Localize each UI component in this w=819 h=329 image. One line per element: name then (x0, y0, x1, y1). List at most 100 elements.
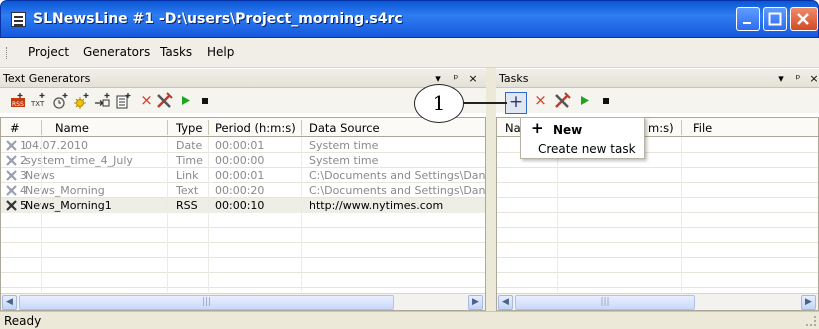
generator-status-icon (6, 185, 17, 196)
row-name: News_Morning (25, 184, 105, 197)
row-type: Link (176, 169, 199, 182)
status-bar: Ready (0, 311, 819, 329)
play-task-icon[interactable] (576, 92, 593, 109)
menu-item-create-new-task[interactable]: Create new task (521, 139, 644, 158)
horizontal-scrollbar[interactable]: ◀ ||| ▶ (497, 293, 818, 310)
scroll-left-icon[interactable]: ◀ (498, 295, 513, 310)
col-period[interactable]: m:s) (648, 121, 674, 135)
callout-marker: 1 (414, 84, 464, 123)
add-sun-icon[interactable] (73, 92, 90, 109)
row-period: 00:00:01 (215, 169, 265, 182)
txt-glyph: TXT (31, 100, 45, 108)
minimize-icon (743, 22, 751, 24)
minimize-button[interactable] (736, 7, 760, 31)
app-icon (11, 12, 26, 27)
plus-icon: + (531, 119, 544, 137)
menu-item-label: Create new task (538, 142, 636, 156)
generator-status-icon (6, 140, 17, 151)
table-row[interactable]: 4 News_Morning Text 00:00:20 C:\Documents an… (1, 183, 498, 198)
scroll-right-icon[interactable]: ▶ (468, 295, 483, 310)
scroll-right-icon[interactable]: ▶ (801, 295, 816, 310)
row-data-source: C:\Documents and Settings\Danile (309, 169, 499, 182)
menu-item-new[interactable]: + New (521, 120, 644, 139)
row-type: Date (176, 139, 203, 152)
menu-generators[interactable]: Generators (83, 45, 150, 59)
stop-task-icon[interactable] (598, 92, 615, 109)
row-period: 00:00:20 (215, 184, 265, 197)
close-window-button[interactable] (790, 7, 818, 31)
panel-splitter[interactable] (486, 68, 496, 311)
row-period: 00:00:01 (215, 139, 265, 152)
generator-status-icon (6, 155, 17, 166)
resize-grip-icon[interactable] (806, 316, 816, 326)
menu-help[interactable]: Help (207, 45, 234, 59)
row-period: 00:00:10 (215, 199, 265, 212)
scroll-left-icon[interactable]: ◀ (2, 295, 17, 310)
close-panel-icon[interactable]: × (808, 72, 819, 85)
row-type: Text (176, 184, 199, 197)
status-text: Ready (4, 314, 42, 328)
generator-status-icon (6, 170, 17, 181)
add-txt-icon[interactable]: TXT (31, 92, 48, 109)
delete-task-icon[interactable]: × (532, 92, 549, 109)
col-number[interactable]: # (10, 121, 20, 135)
pin-icon[interactable]: ᵖ (792, 72, 804, 85)
table-row[interactable]: 1 04.07.2010 Date 00:00:01 System time (1, 138, 485, 153)
col-type[interactable]: Type (176, 121, 202, 135)
window-title: SLNewsLine #1 -D:\users\Project_morning.… (33, 11, 403, 27)
menu-project[interactable]: Project (28, 45, 69, 59)
close-icon (797, 13, 809, 25)
row-name: News (25, 169, 55, 182)
new-task-popup-menu: + New Create new task (520, 117, 645, 159)
row-data-source: http://www.nytimes.com (309, 199, 444, 212)
panel-title: Tasks (499, 72, 529, 85)
play-icon[interactable] (177, 92, 194, 109)
new-task-button[interactable]: + (505, 92, 527, 114)
row-data-source: C:\Documents and Settings\Danile (309, 184, 499, 197)
row-name: 04.07.2010 (25, 139, 88, 152)
menu-item-label: New (553, 123, 583, 137)
row-name: News_Morning1 (25, 199, 112, 212)
col-period[interactable]: Period (h:m:s) (215, 121, 296, 135)
col-file[interactable]: File (693, 121, 712, 135)
task-properties-icon[interactable] (554, 92, 571, 109)
generators-toolbar: RSS TXT × (0, 88, 486, 113)
close-panel-icon[interactable]: × (467, 72, 479, 85)
row-data-source: System time (309, 154, 379, 167)
col-data-source[interactable]: Data Source (309, 121, 380, 135)
row-type: RSS (176, 199, 198, 212)
scroll-thumb[interactable]: ||| (19, 295, 394, 310)
col-name[interactable]: Name (55, 121, 89, 135)
callout-pointer (463, 102, 507, 104)
scroll-thumb[interactable]: ||| (515, 295, 695, 310)
title-bar: SLNewsLine #1 -D:\users\Project_morning.… (0, 0, 819, 38)
text-generators-header: Text Generators ▾ ᵖ × (0, 69, 486, 88)
tasks-header: Tasks ▾ ᵖ × (496, 69, 819, 88)
row-period: 00:00:00 (215, 154, 265, 167)
maximize-icon (768, 12, 782, 26)
table-row[interactable]: 2 system_time_4_July Time 00:00:00 System ti… (1, 153, 485, 168)
menu-bar: Project Generators Tasks Help (0, 38, 819, 68)
horizontal-scrollbar[interactable]: ◀ ||| ▶ (1, 293, 485, 310)
generators-table: # Name Type Period (h:m:s) Data Source 1… (0, 117, 498, 311)
generator-status-icon (6, 200, 17, 211)
svg-text:RSS: RSS (12, 101, 24, 108)
pin-icon[interactable]: ᵖ (450, 72, 462, 85)
add-link-icon[interactable] (94, 92, 111, 109)
panel-title: Text Generators (3, 72, 91, 85)
table-row[interactable]: 5 News_Morning1 RSS 00:00:10 http://www.nyti… (1, 198, 485, 213)
row-type: Time (176, 154, 203, 167)
maximize-button[interactable] (763, 7, 787, 31)
add-text-icon[interactable] (115, 92, 132, 109)
add-time-icon[interactable] (52, 92, 69, 109)
stop-icon[interactable] (197, 92, 214, 109)
table-header: # Name Type Period (h:m:s) Data Source (1, 118, 485, 137)
dropdown-icon[interactable]: ▾ (775, 72, 787, 85)
menu-grip (6, 47, 8, 59)
row-data-source: System time (309, 139, 379, 152)
add-rss-icon[interactable]: RSS (10, 92, 27, 109)
properties-icon[interactable] (156, 92, 173, 109)
delete-icon[interactable]: × (138, 92, 155, 109)
table-row[interactable]: 3 News Link 00:00:01 C:\Documents and Settin… (1, 168, 498, 183)
menu-tasks[interactable]: Tasks (160, 45, 192, 59)
